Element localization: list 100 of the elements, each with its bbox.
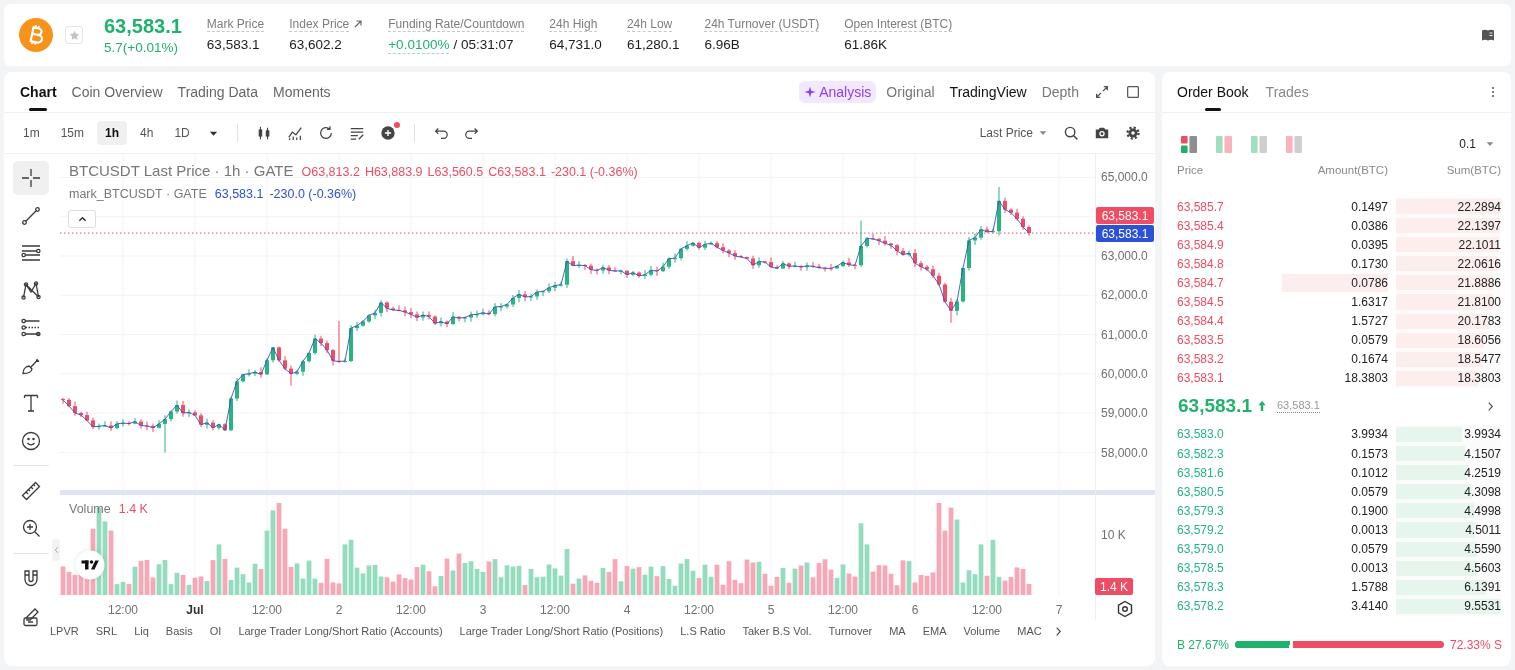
camera-icon[interactable] xyxy=(1094,125,1110,141)
interval-button[interactable]: 4h xyxy=(132,121,162,145)
bid-price: 63,582.3 xyxy=(1177,446,1225,461)
chevron-right-icon[interactable] xyxy=(1487,400,1494,412)
undo-icon[interactable] xyxy=(432,125,449,141)
stat-label: Mark Price xyxy=(206,16,265,32)
sparkle-icon xyxy=(804,86,817,98)
ask-price: 63,583.5 xyxy=(1177,333,1225,348)
bid-amount: 0.0579 xyxy=(1351,542,1388,557)
stat-value: 61.86K xyxy=(844,36,887,53)
interval-button[interactable]: 15m xyxy=(52,121,92,145)
indicator-tab[interactable]: EMA xyxy=(922,625,947,637)
external-link-icon[interactable] xyxy=(353,19,364,29)
redo-icon[interactable] xyxy=(463,125,480,141)
ask-price: 63,584.5 xyxy=(1177,295,1225,309)
search-icon[interactable] xyxy=(1063,125,1079,141)
bid-amount: 0.1900 xyxy=(1351,503,1388,518)
ask-total: 22.1011 xyxy=(1458,237,1501,252)
ask-amount: 0.1497 xyxy=(1351,199,1388,214)
indicator-tab[interactable]: MAC xyxy=(1017,625,1042,637)
indicator-tab[interactable]: Large Trader Long/Short Ratio (Accounts) xyxy=(238,625,443,637)
price-axis-label: 62,000.0 xyxy=(1101,288,1148,303)
ask-amount: 0.1674 xyxy=(1351,352,1388,367)
bid-total: 3.9934 xyxy=(1464,427,1501,442)
stat-value: / 05:31:07 xyxy=(453,37,514,53)
chart-tab[interactable]: Trading Data xyxy=(177,72,258,112)
volume-badge: 1.4 K xyxy=(1095,578,1133,595)
ask-price: 63,584.9 xyxy=(1177,237,1225,252)
chart-tab[interactable]: Moments xyxy=(273,72,331,112)
ask-amount: 0.1730 xyxy=(1351,256,1388,271)
crosshair-tool[interactable] xyxy=(13,161,49,195)
ask-total: 22.1397 xyxy=(1457,218,1501,233)
indicator-tab[interactable]: SRL xyxy=(95,625,118,637)
ask-total: 18.6056 xyxy=(1457,333,1501,348)
expand-icon[interactable] xyxy=(1094,84,1110,100)
plus-circle-icon[interactable] xyxy=(379,125,396,141)
indicator-tab[interactable]: Liq xyxy=(134,625,149,637)
bid-price: 63,579.3 xyxy=(1177,503,1225,518)
bid-price: 63,578.2 xyxy=(1177,599,1225,614)
price-axis-label: 58,000.0 xyxy=(1101,445,1148,460)
book-layout-icon[interactable] xyxy=(1181,135,1197,153)
stat-value: 61,280.1 xyxy=(626,36,680,53)
book-icon[interactable] xyxy=(1481,28,1495,42)
view-tab[interactable]: Original xyxy=(886,84,935,100)
more-icon[interactable] xyxy=(1491,86,1495,98)
view-tab[interactable]: TradingView xyxy=(949,84,1027,100)
interval-button[interactable]: 1m xyxy=(15,121,48,145)
bid-total: 4.3098 xyxy=(1464,484,1501,499)
indicator-tab[interactable]: Volume xyxy=(963,625,1001,637)
indicator-tab[interactable]: LPVR xyxy=(50,625,79,637)
collapse-button[interactable] xyxy=(68,210,96,228)
time-axis-label: 12:00 xyxy=(252,602,282,617)
chart-logo-icon xyxy=(75,550,105,580)
bid-price: 63,578.5 xyxy=(1177,561,1225,576)
precision-dropdown[interactable]: 0.1 xyxy=(1459,137,1495,151)
smiley-icon xyxy=(20,429,42,452)
interval-button[interactable]: 1D xyxy=(166,121,198,145)
chart-tab[interactable]: Chart xyxy=(20,72,57,112)
chevron-right-icon[interactable] xyxy=(1054,625,1062,637)
indicator-tab[interactable]: L.S Ratio xyxy=(680,625,726,637)
mark-value: 63,583.1 xyxy=(214,187,264,201)
coin-icon xyxy=(19,18,53,52)
interval-button[interactable]: 1h xyxy=(97,121,128,145)
bid-total: 4.5603 xyxy=(1464,561,1501,576)
ask-total: 22.0616 xyxy=(1457,256,1501,271)
chart-tab[interactable]: Coin Overview xyxy=(71,72,163,112)
caret-up-icon xyxy=(77,216,87,222)
last-trade-price: 63,583.1 xyxy=(1178,395,1252,418)
parallel-lines-icon xyxy=(20,242,42,264)
indicator-tab[interactable]: Taker B.S Vol. xyxy=(742,625,812,637)
order-book-tab[interactable]: Trades xyxy=(1265,72,1309,112)
indicator-tab[interactable]: Large Trader Long/Short Ratio (Positions) xyxy=(459,625,664,637)
bid-amount: 3.4140 xyxy=(1351,599,1388,614)
bid-price: 63,583.0 xyxy=(1177,427,1225,442)
time-axis-label: 5 xyxy=(767,602,775,617)
price-source-dropdown[interactable]: Last Price xyxy=(979,126,1048,140)
ask-amount: 0.0386 xyxy=(1351,218,1388,233)
order-book-tab[interactable]: Order Book xyxy=(1177,72,1249,112)
bid-amount: 0.0579 xyxy=(1351,484,1388,499)
stat-label: Open Interest (BTC) xyxy=(844,16,953,32)
indicator-tab[interactable]: Turnover xyxy=(828,625,873,637)
indicator-tab[interactable]: MA xyxy=(889,625,906,637)
ask-price: 63,584.4 xyxy=(1177,314,1225,329)
stat-label: Index Price xyxy=(289,16,350,32)
indicator-tab[interactable]: Basis xyxy=(165,625,193,637)
price-axis-label: 59,000.0 xyxy=(1101,406,1148,421)
sell-ratio: 72.33% S xyxy=(1449,637,1502,652)
line-chart-icon[interactable] xyxy=(286,125,303,141)
square-icon[interactable] xyxy=(1125,84,1141,100)
stat-value: 63,583.1 xyxy=(206,36,260,53)
settings-icon[interactable] xyxy=(1125,125,1141,141)
collapse-handle[interactable] xyxy=(52,539,60,561)
analysis-button[interactable]: Analysis xyxy=(799,81,877,103)
indicator-tab[interactable]: OI xyxy=(209,625,222,637)
settings-icon[interactable] xyxy=(1117,600,1133,618)
view-tab[interactable]: Depth xyxy=(1041,84,1079,100)
list-icon[interactable] xyxy=(348,125,365,141)
refresh-icon[interactable] xyxy=(317,125,334,141)
bid-total: 6.1391 xyxy=(1464,580,1501,595)
volume-axis-label: 10 K xyxy=(1101,528,1126,542)
